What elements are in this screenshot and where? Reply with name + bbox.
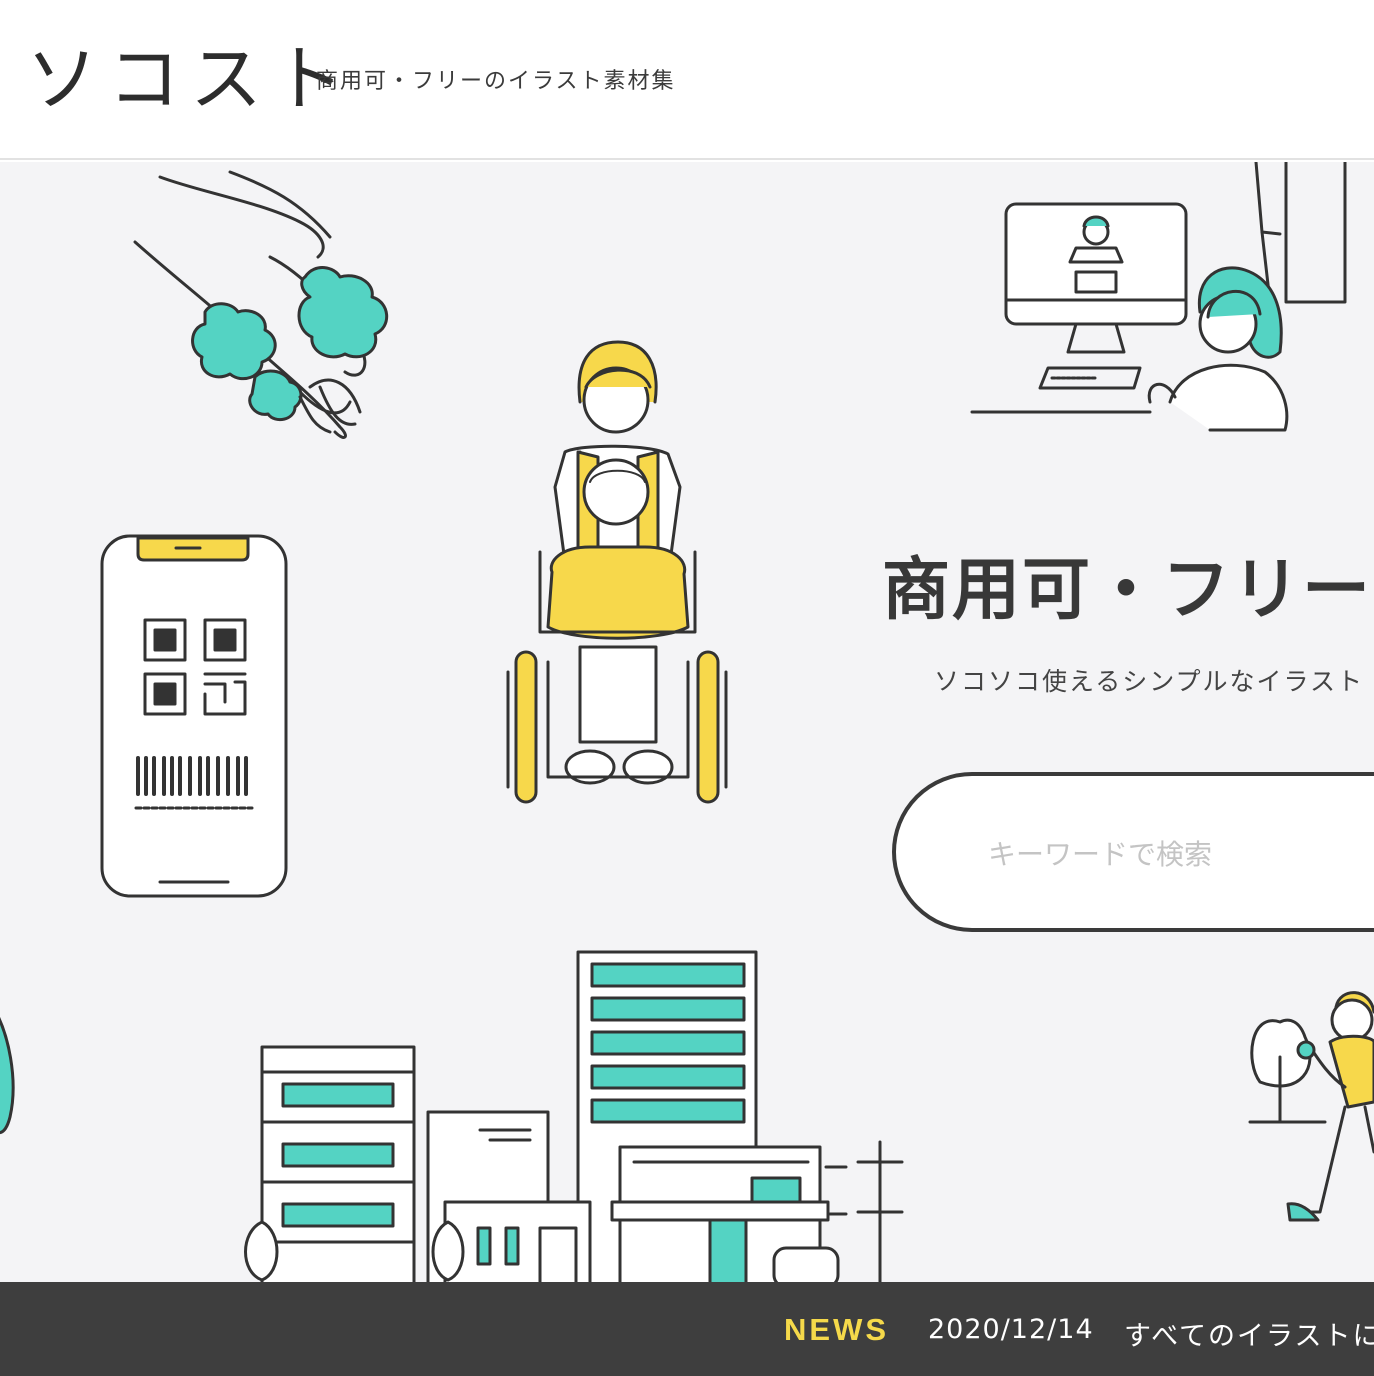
caregiver-wheelchair-illustration <box>506 340 728 804</box>
smartphone-qr-illustration <box>100 534 288 898</box>
hand-washing-illustration <box>133 170 389 439</box>
site-header: ソコスト 商用可・フリーのイラスト素材集 <box>0 0 1374 160</box>
search-box <box>892 772 1374 932</box>
hero-subtitle: ソコソコ使えるシンプルなイラスト <box>934 667 1365 696</box>
news-link[interactable]: すべてのイラストに <box>1124 1314 1374 1353</box>
edge-shape <box>0 1017 15 1134</box>
news-date: 2020/12/14 <box>928 1314 1094 1345</box>
search-input[interactable] <box>988 834 1374 874</box>
hero-illustrations <box>0 162 1374 1282</box>
news-label: NEWS <box>784 1312 889 1347</box>
remote-work-illustration <box>970 162 1347 432</box>
buildings-illustration <box>244 950 904 1282</box>
jogger-illustration <box>1248 991 1374 1222</box>
news-bar: NEWS 2020/12/14 すべてのイラストに <box>0 1282 1374 1376</box>
hero-section: 商用可・フリーの ソコソコ使えるシンプルなイラスト <box>0 162 1374 1282</box>
site-tagline: 商用可・フリーのイラスト素材集 <box>316 69 676 94</box>
site-logo[interactable]: ソコスト <box>26 34 354 124</box>
hero-title: 商用可・フリーの <box>882 551 1374 630</box>
